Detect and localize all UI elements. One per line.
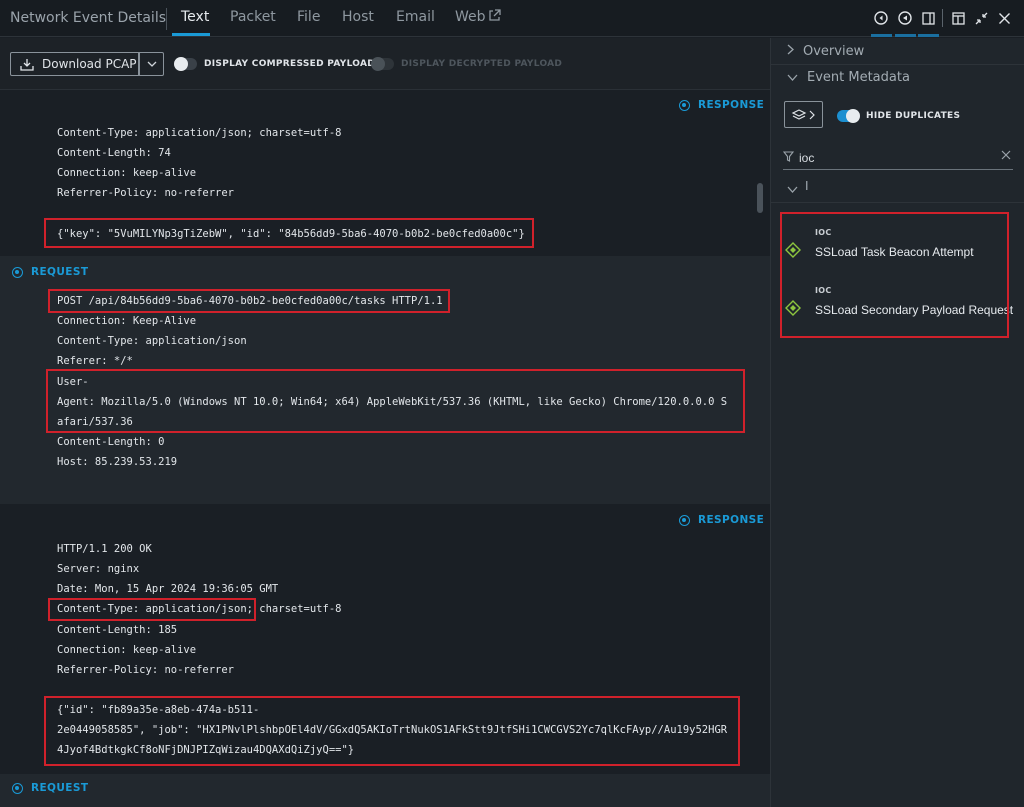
chevron-right-icon: [787, 44, 794, 58]
filter-field[interactable]: [782, 148, 1013, 170]
highlight-box: [780, 212, 1009, 338]
payload-view: Download PCAP DISPLAY COMPRESSED PAYLOAD…: [0, 38, 770, 807]
payload-toolbar: Download PCAP DISPLAY COMPRESSED PAYLOAD…: [0, 38, 770, 90]
response-icon: [679, 514, 690, 526]
request-icon: [12, 266, 23, 278]
header-line: Connection: keep-alive: [57, 644, 197, 656]
overview-label: Overview: [803, 43, 865, 59]
group-label: I: [805, 179, 809, 193]
filter-input[interactable]: [799, 150, 989, 166]
close-icon[interactable]: [995, 9, 1013, 27]
highlight-box: [48, 289, 450, 313]
arrow-circle-left-icon[interactable]: [872, 9, 890, 27]
highlight-box: [48, 598, 256, 621]
hide-duplicates-toggle[interactable]: [837, 109, 860, 123]
icon-indicator-2: [895, 34, 916, 37]
request-band: [0, 774, 770, 807]
request-label-1: REQUEST: [12, 266, 88, 278]
scrollbar-thumb[interactable]: [757, 183, 763, 213]
event-metadata-label: Event Metadata: [807, 70, 910, 85]
header-line: Date: Mon, 15 Apr 2024 19:36:05 GMT: [57, 583, 279, 595]
chevron-down-icon: [147, 61, 156, 67]
chevron-down-icon: [787, 182, 798, 196]
decrypted-payload-label: DISPLAY DECRYPTED PAYLOAD: [401, 59, 563, 69]
response-label-2: RESPONSE: [679, 514, 764, 526]
collapse-icon[interactable]: [972, 9, 990, 27]
header-line: Content-Length: 0: [57, 436, 165, 448]
layers-icon: [791, 108, 815, 120]
header-line: Referer: */*: [57, 355, 133, 367]
group-header[interactable]: I: [783, 179, 1013, 198]
response-icon: [679, 99, 690, 111]
title-separator: [166, 8, 167, 30]
header-line: Connection: Keep-Alive: [57, 315, 197, 327]
icon-indicator-1: [871, 34, 892, 37]
header-line: Content-Length: 74: [57, 147, 171, 159]
download-pcap-button[interactable]: Download PCAP: [10, 52, 139, 76]
external-link-icon: [488, 9, 501, 21]
active-tab-indicator: [172, 33, 210, 36]
header-line: Content-Length: 185: [57, 624, 178, 636]
details-sidebar: Overview Event Metadata HIDE DUPLICATES …: [770, 38, 1024, 807]
window-title: Network Event Details: [10, 10, 166, 26]
layers-toggle-button[interactable]: [784, 101, 823, 128]
highlight-box: [46, 369, 745, 433]
icon-indicator-3: [918, 34, 939, 37]
request-icon: [12, 782, 23, 794]
tab-packet[interactable]: Packet: [230, 9, 276, 25]
top-bar: Network Event Details Text Packet File H…: [0, 0, 1024, 37]
header-line: Connection: keep-alive: [57, 167, 197, 179]
event-metadata-section[interactable]: Event Metadata: [771, 64, 1024, 91]
highlight-box: [44, 218, 534, 248]
hide-duplicates-label: HIDE DUPLICATES: [866, 111, 961, 121]
group-divider: [771, 202, 1024, 203]
header-line: Host: 85.239.53.219: [57, 456, 178, 468]
tab-web[interactable]: Web: [455, 9, 501, 25]
request-label-2: REQUEST: [12, 782, 88, 794]
tab-host[interactable]: Host: [342, 9, 374, 25]
compressed-payloads-toggle[interactable]: [174, 57, 197, 71]
arrow-circle-left-filled-icon[interactable]: [896, 9, 914, 27]
tab-email[interactable]: Email: [396, 9, 435, 25]
panel-icon[interactable]: [919, 9, 937, 27]
tab-text[interactable]: Text: [181, 9, 209, 25]
decrypted-payload-toggle: [371, 57, 394, 71]
chevron-down-icon: [787, 71, 798, 84]
filter-icon: [782, 151, 795, 165]
window-icon[interactable]: [949, 9, 967, 27]
download-options-dropdown[interactable]: [139, 52, 164, 76]
tab-file[interactable]: File: [297, 9, 320, 25]
header-line: Content-Type: application/json; charset=…: [57, 127, 342, 139]
header-line: Referrer-Policy: no-referrer: [57, 187, 235, 199]
download-icon: [20, 58, 34, 71]
highlight-box: [44, 696, 740, 766]
response-label-1: RESPONSE: [679, 99, 764, 111]
charset-value: charset=utf-8: [252, 603, 342, 615]
header-line: Content-Type: application/json: [57, 335, 247, 347]
download-pcap-label: Download PCAP: [42, 57, 137, 71]
header-line: Referrer-Policy: no-referrer: [57, 664, 235, 676]
clear-filter-icon[interactable]: [1001, 149, 1011, 164]
tab-web-label: Web: [455, 9, 486, 25]
compressed-payloads-label: DISPLAY COMPRESSED PAYLOADS: [204, 59, 382, 69]
header-line: HTTP/1.1 200 OK: [57, 543, 152, 555]
toolbar-separator: [942, 9, 943, 27]
header-line: Server: nginx: [57, 563, 140, 575]
overview-section[interactable]: Overview: [771, 38, 1024, 65]
